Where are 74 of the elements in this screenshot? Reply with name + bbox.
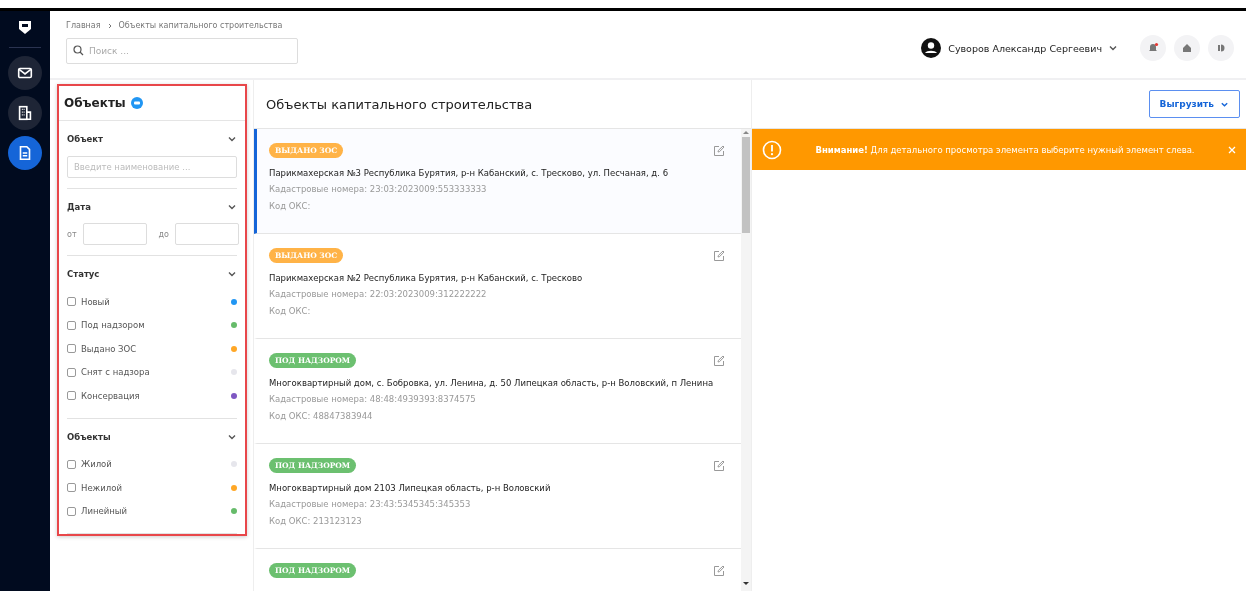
object-title: Парикмахерская №2 Республика Бурятия, р-н Кабанский, с. Тресково (269, 273, 584, 283)
object-code: Код ОКС: (269, 201, 312, 211)
filter-section-title: Статус (67, 269, 100, 279)
warning-icon (762, 139, 782, 160)
checkbox[interactable] (67, 297, 76, 307)
date-from-field[interactable] (82, 223, 147, 245)
scrollbar-thumb[interactable] (742, 137, 750, 233)
option-label: Жилой (81, 459, 113, 470)
option-label: Линейный (81, 506, 129, 517)
scroll-up-icon[interactable] (743, 129, 749, 135)
object-title: Многоквартирный дом, с. Бобровка, ул. Ленина, д. 50 Липецкая область, р-н Воловский, п Ленина (269, 378, 715, 388)
name-input-field[interactable]: Введите наименование ... (67, 156, 237, 178)
checkbox[interactable] (67, 344, 76, 354)
chevron-down-icon[interactable] (227, 134, 237, 144)
search-field[interactable]: Поиск ... (66, 38, 298, 64)
object-code: Код ОКС: 213123123 (269, 516, 363, 526)
logout-button[interactable] (1208, 35, 1234, 61)
object-code: Код ОКС: 48847383944 (269, 411, 374, 421)
breadcrumb-link[interactable]: Объекты капитального строительства (118, 21, 283, 30)
option-label: Консервация (81, 390, 141, 401)
nav-button[interactable] (8, 96, 42, 130)
close-icon (1228, 145, 1236, 154)
edit-icon[interactable] (713, 144, 725, 157)
from-label: от (67, 229, 77, 239)
cadastral-number: Кадастровые номера: 23:43:5345345:345353 (269, 499, 472, 509)
alert-message: Внимание! Для детального просмотра элемента выберите нужный элемент слева. (814, 144, 1196, 155)
checkbox[interactable] (67, 483, 76, 493)
export-button[interactable]: Выгрузить (1148, 90, 1240, 118)
scrollbar[interactable] (741, 129, 751, 591)
building-icon (16, 104, 34, 122)
checkbox[interactable] (67, 320, 76, 330)
user-avatar-icon (920, 37, 943, 59)
date-to-field[interactable] (175, 223, 239, 245)
filter-title: Объекты (64, 96, 126, 110)
edit-icon[interactable] (713, 564, 725, 577)
filter-section-title: Объект (67, 134, 103, 144)
chevron-down-icon[interactable] (227, 202, 237, 212)
breadcrumb-link[interactable]: Главная (66, 21, 101, 30)
info-badge-icon (130, 97, 143, 109)
chevron-right-icon (106, 22, 113, 29)
home-button[interactable] (1174, 35, 1200, 61)
checkbox[interactable] (67, 367, 76, 377)
option-label: Выдано ЗОС (81, 343, 138, 354)
filter-section-title: Объекты (67, 431, 111, 442)
user-menu[interactable]: Суворов Александр Сергеевич (920, 37, 1118, 59)
bell-icon (1147, 42, 1159, 54)
edit-icon[interactable] (713, 354, 725, 367)
scroll-down-icon[interactable] (743, 581, 749, 587)
cadastral-number: Кадастровые номера: 48:48:4939393:8374575 (269, 394, 477, 404)
chevron-down-icon[interactable] (227, 269, 237, 279)
nav-button[interactable] (8, 136, 42, 170)
list-title: Объекты капитального строительства (266, 96, 533, 112)
option-label: Нежилой (81, 482, 123, 493)
nav-button[interactable] (8, 56, 42, 90)
checkbox[interactable] (67, 506, 76, 516)
option-label: Новый (81, 296, 111, 307)
notifications-button[interactable] (1140, 35, 1166, 61)
edit-icon[interactable] (713, 459, 725, 472)
object-title: Парикмахерская №3 Республика Бурятия, р-н Кабанский, с. Тресково, ул. Песчаная, д. 6 (269, 168, 670, 178)
cadastral-number: Кадастровые номера: 22:03:2023009:312222222 (269, 289, 488, 299)
option-label: Под надзором (81, 320, 146, 331)
checkbox[interactable] (67, 391, 76, 401)
cadastral-number: Кадастровые номера: 23:03:2023009:553333333 (269, 184, 488, 194)
edit-icon[interactable] (713, 249, 725, 262)
home-icon (1181, 42, 1193, 54)
object-title: Многоквартирный дом 2103 Липецкая область, р-н Воловский (269, 483, 552, 493)
shield-logo-icon (17, 19, 33, 35)
caret-icon[interactable] (1108, 43, 1118, 53)
filter-section-title: Дата (67, 202, 91, 212)
option-label: Снят с надзора (81, 367, 151, 378)
to-label: до (158, 229, 169, 239)
checkbox[interactable] (67, 459, 76, 469)
object-code: Код ОКС: (269, 306, 312, 316)
logout-icon (1215, 42, 1227, 54)
